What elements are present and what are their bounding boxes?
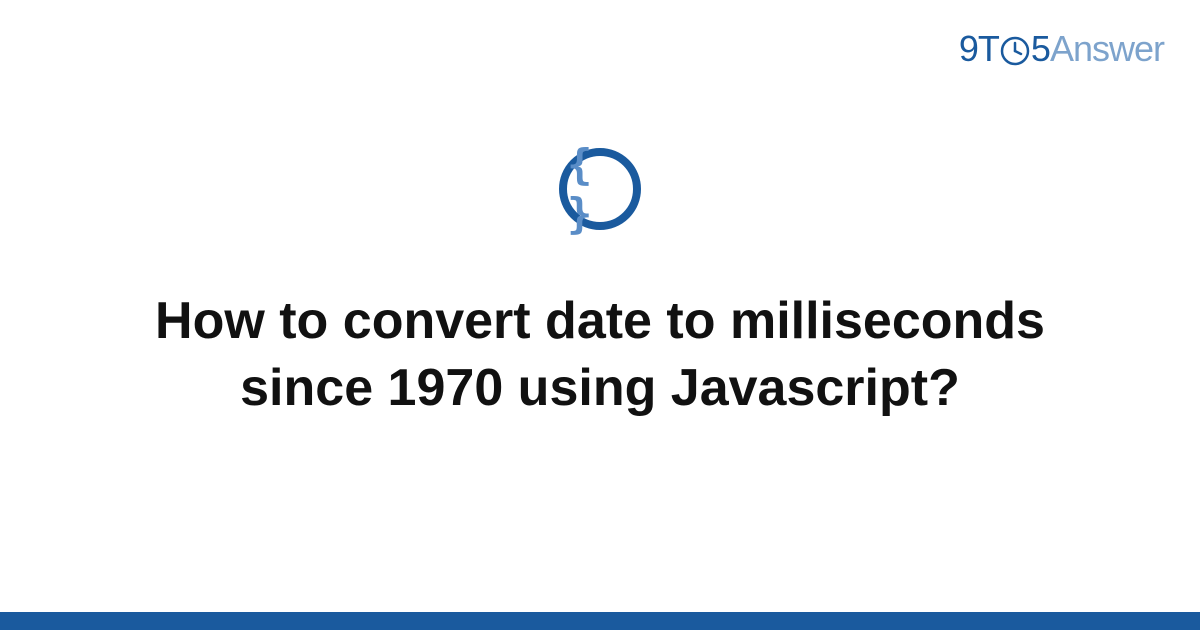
page-title: How to convert date to milliseconds sinc… [0, 288, 1200, 421]
topic-icon-container: { } [559, 148, 641, 230]
logo-text-t: T [978, 28, 999, 69]
logo-text-5: 5 [1031, 28, 1050, 69]
brand-logo: 9T5Answer [959, 28, 1164, 70]
logo-text-9: 9 [959, 28, 978, 69]
code-braces-icon: { } [567, 140, 633, 238]
clock-icon [1000, 33, 1030, 63]
topic-icon-ring: { } [559, 148, 641, 230]
footer-accent-bar [0, 612, 1200, 630]
logo-text-answer: Answer [1050, 28, 1164, 69]
